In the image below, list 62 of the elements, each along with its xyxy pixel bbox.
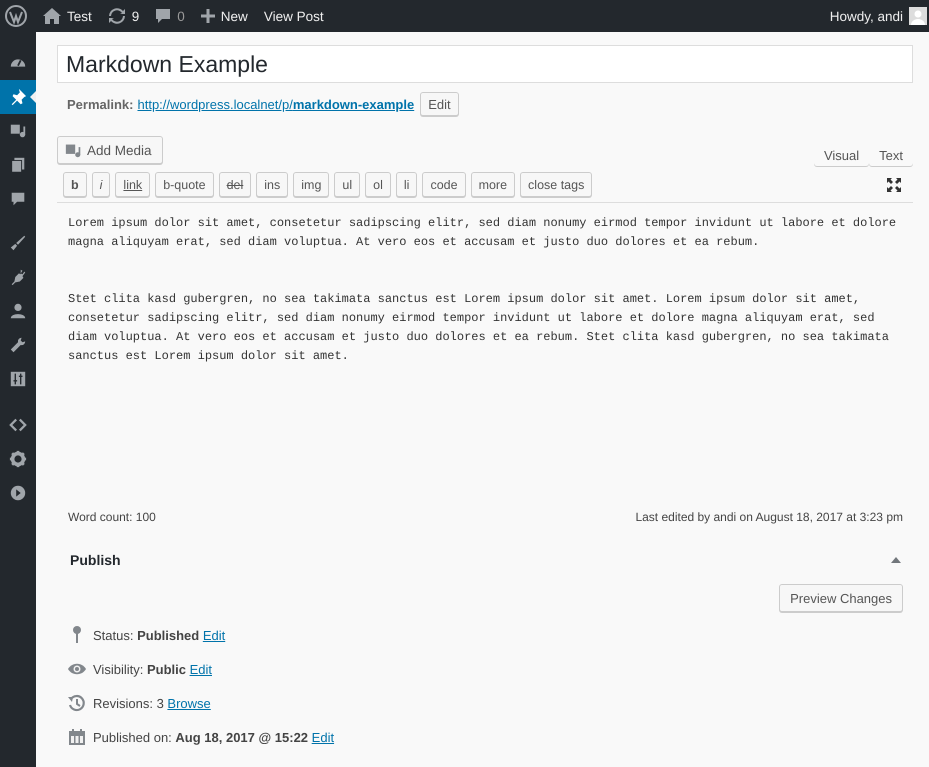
home-icon[interactable] xyxy=(43,8,61,24)
gear-icon xyxy=(9,450,27,468)
format-button[interactable]: del xyxy=(218,172,252,197)
format-button[interactable]: img xyxy=(293,172,330,197)
publish-heading: Publish xyxy=(70,552,121,568)
format-button[interactable]: li xyxy=(396,172,418,197)
format-button[interactable]: link xyxy=(115,172,150,197)
format-button[interactable]: more xyxy=(470,172,516,197)
history-icon xyxy=(67,693,87,713)
view-post-link[interactable]: View Post xyxy=(264,8,324,24)
publish-info: Published on: Aug 18, 2017 @ 15:22 Edit xyxy=(93,730,334,744)
greeting-link[interactable]: Howdy, andi xyxy=(830,8,903,24)
plug-icon xyxy=(9,268,27,286)
content-editor[interactable]: Lorem ipsum dolor sit amet, consetetur sadipscing elitr, sed diam nonumy eirmod tempor invidunt ut labore et dolore magna aliquyam erat, sed diam voluptua. At vero eos et accusam et justo duo dolores et ea rebum. Stet clita kasd gubergren, no sea takimata sanctus est Lorem ipsum dolor sit amet. Lorem ipsum dolor sit amet, consetetur sadipscing elitr, sed diam nonumy eirmod tempor invidunt ut labore et dolore magna aliquyam erat, sed diam voluptua. At vero eos et accusam et justo duo dolores et ea rebum. Stet clita kasd gubergren, no sea takimata sanctus est Lorem ipsum dolor sit amet. xyxy=(57,203,913,504)
word-count: Word count: 100 xyxy=(68,510,156,524)
brush-icon xyxy=(9,234,27,252)
format-button[interactable]: close tags xyxy=(520,172,592,197)
edit-permalink-button[interactable]: Edit xyxy=(420,92,459,116)
permalink-label: Permalink: xyxy=(67,96,134,112)
edit-link[interactable]: Edit xyxy=(312,730,334,744)
fullscreen-icon[interactable] xyxy=(886,176,902,192)
publish-info: Visibility: Public Edit xyxy=(93,662,212,676)
code-icon xyxy=(9,416,27,434)
wordpress-logo-icon[interactable] xyxy=(5,5,27,27)
media-icon xyxy=(65,142,82,158)
format-button[interactable]: b xyxy=(63,172,87,197)
last-edited-text: Last edited by andi on August 18, 2017 at 3:23 pm xyxy=(635,510,903,524)
publish-info: Revisions: 3 Browse xyxy=(93,696,211,710)
collapse-arrow-icon[interactable] xyxy=(891,557,901,563)
new-link[interactable]: New xyxy=(220,8,248,24)
permalink-link[interactable]: http://wordpress.localnet/p/markdown-example xyxy=(137,96,414,112)
media-icon xyxy=(9,122,27,140)
comment-icon xyxy=(9,190,27,208)
comment-icon[interactable] xyxy=(155,8,172,24)
pages-icon xyxy=(9,156,27,174)
title-field[interactable]: Markdown Example xyxy=(57,45,913,83)
edit-link[interactable]: Browse xyxy=(167,696,211,710)
format-button[interactable]: b-quote xyxy=(155,172,214,197)
play-icon xyxy=(9,484,27,502)
sliders-icon xyxy=(9,370,27,388)
refresh-icon[interactable] xyxy=(108,8,126,24)
edit-link[interactable]: Edit xyxy=(202,628,226,642)
format-button[interactable]: i xyxy=(92,172,110,197)
editor-tab[interactable]: Visual xyxy=(814,142,870,166)
edit-link[interactable]: Edit xyxy=(190,662,212,676)
calendar-icon xyxy=(67,727,87,747)
add-media-button[interactable]: Add Media xyxy=(57,136,163,164)
comment-count[interactable]: 0 xyxy=(177,8,185,24)
wrench-icon xyxy=(9,336,27,354)
format-button[interactable]: code xyxy=(422,172,466,197)
format-button[interactable]: ul xyxy=(334,172,360,197)
plus-icon[interactable] xyxy=(200,9,215,23)
publish-info: Status: Published Edit xyxy=(93,628,226,642)
update-count[interactable]: 9 xyxy=(132,8,140,24)
editor-tab[interactable]: Text xyxy=(869,142,913,166)
user-icon xyxy=(9,302,27,320)
menu-item[interactable] xyxy=(0,80,36,114)
pin-icon xyxy=(9,88,27,106)
site-link[interactable]: Test xyxy=(67,8,92,24)
format-button[interactable]: ol xyxy=(365,172,391,197)
preview-changes-button[interactable]: Preview Changes xyxy=(779,584,903,612)
format-button[interactable]: ins xyxy=(256,172,288,197)
